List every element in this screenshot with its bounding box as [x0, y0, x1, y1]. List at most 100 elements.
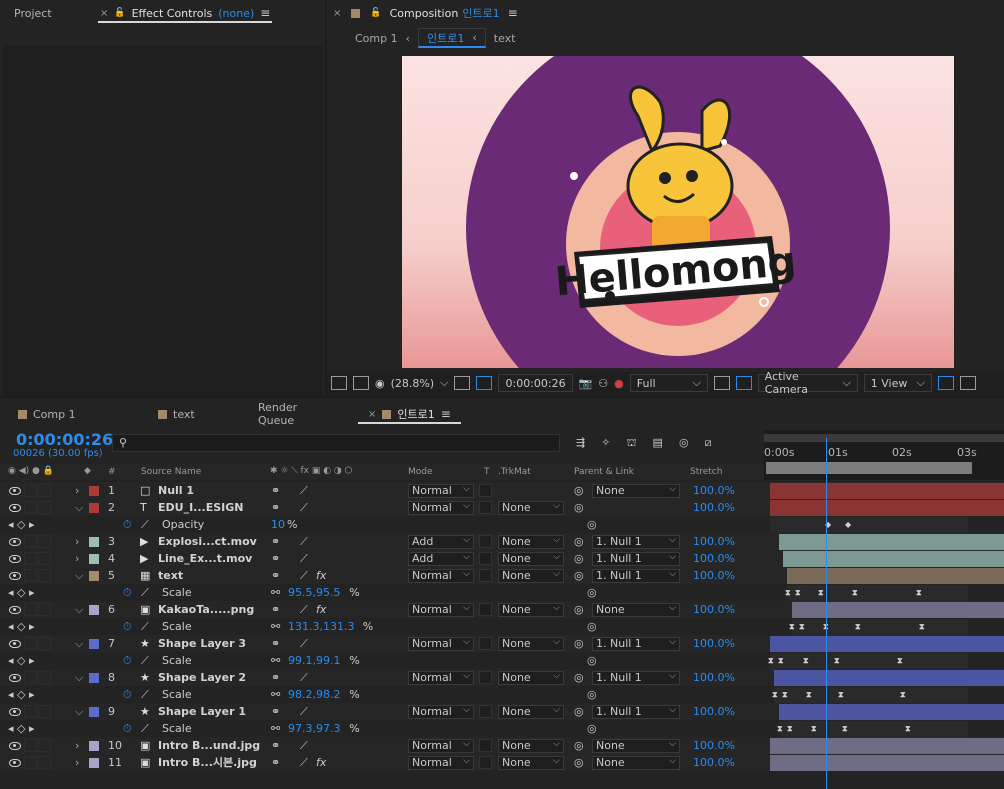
- preserve-transparency-switch[interactable]: [479, 637, 492, 650]
- keyframe-marker[interactable]: ⧗: [916, 588, 922, 598]
- chevron-down-icon[interactable]: ⌵: [75, 499, 83, 516]
- label-color-swatch[interactable]: [89, 741, 99, 751]
- property-row[interactable]: ◂ ◇ ▸ ⏱ ⟋ Scale ⚯ 97.3,97.3% ◎ ⧗ ⧗ ⧗ ⧗ ⧗: [0, 720, 1004, 737]
- pickwhip-icon[interactable]: ◎: [587, 618, 597, 635]
- graph-icon[interactable]: ⟋: [141, 618, 149, 635]
- solo-switch[interactable]: [24, 637, 37, 650]
- label-color-swatch[interactable]: [89, 571, 99, 581]
- preserve-transparency-switch[interactable]: [479, 535, 492, 548]
- blend-mode-select[interactable]: Add: [408, 534, 474, 549]
- pickwhip-icon[interactable]: ◎: [574, 754, 584, 771]
- property-value[interactable]: 95.5,95.5: [288, 584, 340, 601]
- solo-switch[interactable]: [24, 603, 37, 616]
- preserve-transparency-switch[interactable]: [479, 739, 492, 752]
- frame-blending-icon[interactable]: ▤: [653, 436, 663, 451]
- current-time-display[interactable]: 0:00:00:26: [16, 430, 113, 449]
- stretch-value[interactable]: 100.0%: [693, 703, 735, 720]
- property-value[interactable]: 10: [271, 516, 285, 533]
- keyframe-marker[interactable]: ⧗: [852, 588, 858, 598]
- color-channels-icon[interactable]: ●: [614, 377, 624, 390]
- chevron-down-icon[interactable]: ⌵: [75, 567, 83, 584]
- layer-name[interactable]: Line_Ex...t.mov: [158, 550, 252, 567]
- keyframe-marker[interactable]: ⧗: [787, 724, 793, 734]
- preserve-transparency-switch[interactable]: [479, 756, 492, 769]
- grid-icon[interactable]: [454, 376, 471, 390]
- graph-icon[interactable]: ⟋: [141, 584, 149, 601]
- graph-editor-icon[interactable]: ⧄: [705, 436, 712, 451]
- layer-row[interactable]: ⌵ 5 ▦ text ⚭ ⟋ fx Normal None ◎ 1. Null 1 100.0%: [0, 567, 1004, 584]
- keyframe-marker[interactable]: ⧗: [778, 656, 784, 666]
- camera-snapshot-icon[interactable]: 📷: [579, 377, 593, 390]
- menu-icon[interactable]: ≡: [441, 407, 451, 421]
- stopwatch-icon[interactable]: ⏱: [123, 516, 132, 533]
- keyframe-marker[interactable]: ⧗: [838, 690, 844, 700]
- quality-switch-icon[interactable]: ⟋: [300, 550, 308, 567]
- quality-switch-icon[interactable]: ⟋: [300, 601, 308, 618]
- stopwatch-icon[interactable]: ⏱: [123, 686, 132, 703]
- time-ruler[interactable]: 0:00s 01s 02s 03s: [764, 430, 1004, 480]
- preserve-transparency-switch[interactable]: [479, 552, 492, 565]
- layer-row[interactable]: › 3 ▶ Explosi...ct.mov ⚭ ⟋ Add None ◎ 1. Null 1 10…: [0, 533, 1004, 550]
- solo-switch[interactable]: [24, 535, 37, 548]
- layer-name[interactable]: Shape Layer 2: [158, 669, 246, 686]
- trkmat-select[interactable]: None: [498, 534, 564, 549]
- col-trkmat[interactable]: .TrkMat: [498, 467, 531, 477]
- keyframe-marker[interactable]: ⧗: [897, 656, 903, 666]
- blend-mode-select[interactable]: Normal: [408, 568, 474, 583]
- property-row[interactable]: ◂ ◇ ▸ ⏱ ⟋ Opacity 10% ◎ ◆ ◆: [0, 516, 1004, 533]
- lock-switch[interactable]: [38, 756, 51, 769]
- transparency-grid-icon[interactable]: [735, 376, 752, 390]
- pickwhip-icon[interactable]: ◎: [574, 737, 584, 754]
- keyframe-navigator[interactable]: ◂ ◇ ▸: [8, 584, 35, 601]
- layer-name[interactable]: Intro B...und.jpg: [158, 737, 260, 754]
- layer-row[interactable]: › 10 ▣ Intro B...und.jpg ⚭ ⟋ Normal None ◎ None 10…: [0, 737, 1004, 754]
- chevron-down-icon[interactable]: ⌵: [440, 376, 448, 390]
- layer-name[interactable]: Shape Layer 1: [158, 703, 246, 720]
- pickwhip-icon[interactable]: ◎: [574, 601, 584, 618]
- pickwhip-icon[interactable]: ◎: [587, 652, 597, 669]
- zoom-level[interactable]: (28.8%): [391, 377, 435, 390]
- constrain-proportions-icon[interactable]: ⚯: [271, 652, 280, 669]
- visibility-eye-icon[interactable]: [9, 555, 21, 563]
- pickwhip-icon[interactable]: ◎: [574, 703, 584, 720]
- property-value[interactable]: 99.1,99.1: [288, 652, 340, 669]
- parent-select[interactable]: 1. Null 1: [592, 551, 680, 566]
- region-icon[interactable]: [476, 376, 493, 390]
- layer-row[interactable]: ⌵ 7 ★ Shape Layer 3 ⚭ ⟋ Normal None ◎ 1. Null 1 10…: [0, 635, 1004, 652]
- chevron-right-icon[interactable]: ›: [75, 533, 79, 550]
- breadcrumb-item-active[interactable]: 인트로1 ‹: [418, 28, 486, 48]
- blend-mode-select[interactable]: Normal: [408, 704, 474, 719]
- pickwhip-icon[interactable]: ◎: [574, 482, 584, 499]
- chevron-right-icon[interactable]: ›: [75, 754, 79, 771]
- draft-3d-icon[interactable]: ✧: [601, 436, 610, 451]
- graph-icon[interactable]: ⟋: [141, 516, 149, 533]
- keyframe-marker[interactable]: ⧗: [777, 724, 783, 734]
- quality-switch-icon[interactable]: ⟋: [300, 703, 308, 720]
- keyframe-marker[interactable]: ⧗: [842, 724, 848, 734]
- keyframe-marker[interactable]: ⧗: [905, 724, 911, 734]
- layer-duration-bar[interactable]: [787, 568, 1004, 584]
- pickwhip-icon[interactable]: ◎: [574, 635, 584, 652]
- visibility-eye-icon[interactable]: [9, 759, 21, 767]
- reset-exposure-icon[interactable]: [959, 376, 976, 390]
- trkmat-select[interactable]: None: [498, 738, 564, 753]
- label-color-swatch[interactable]: [89, 503, 99, 513]
- lock-switch[interactable]: [38, 535, 51, 548]
- layer-row[interactable]: ⌵ 8 ★ Shape Layer 2 ⚭ ⟋ Normal None ◎ 1. Null 1 10…: [0, 669, 1004, 686]
- fx-icon[interactable]: fx: [316, 754, 326, 771]
- keyframe-marker[interactable]: ⧗: [799, 622, 805, 632]
- parent-select[interactable]: None: [592, 602, 680, 617]
- layer-duration-bar[interactable]: [770, 738, 1004, 754]
- shy-switch-icon[interactable]: ⚭: [271, 635, 280, 652]
- constrain-proportions-icon[interactable]: ⚯: [271, 720, 280, 737]
- show-snapshot-icon[interactable]: ⚇: [598, 377, 608, 390]
- trkmat-select[interactable]: None: [498, 636, 564, 651]
- layer-duration-bar[interactable]: [779, 704, 1004, 720]
- stopwatch-icon[interactable]: ⏱: [123, 618, 132, 635]
- pickwhip-icon[interactable]: ◎: [587, 686, 597, 703]
- solo-switch[interactable]: [24, 484, 37, 497]
- visibility-eye-icon[interactable]: [9, 606, 21, 614]
- property-row[interactable]: ◂ ◇ ▸ ⏱ ⟋ Scale ⚯ 98.2,98.2% ◎ ⧗ ⧗ ⧗ ⧗ ⧗: [0, 686, 1004, 703]
- stretch-value[interactable]: 100.0%: [693, 635, 735, 652]
- solo-switch[interactable]: [24, 705, 37, 718]
